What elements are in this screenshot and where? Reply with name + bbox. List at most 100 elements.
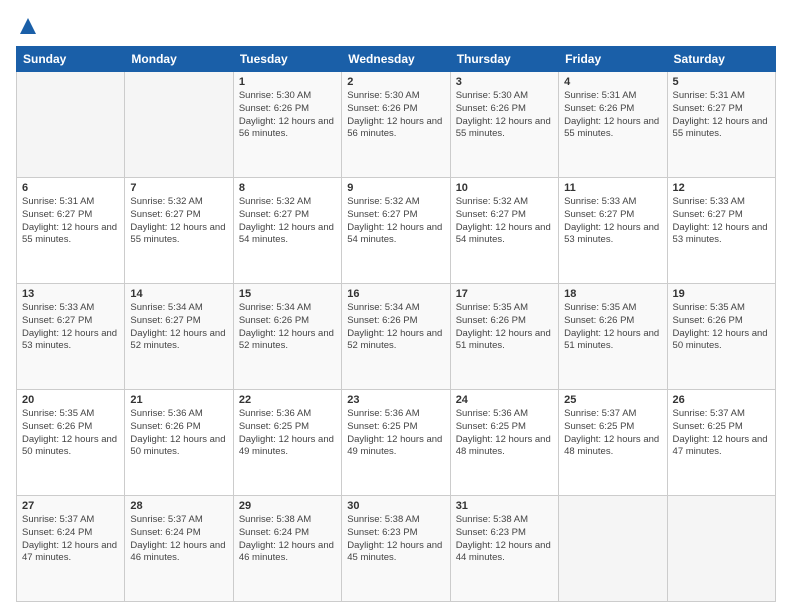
day-number: 6 (22, 182, 119, 194)
calendar-day-cell: 6 Sunrise: 5:31 AM Sunset: 6:27 PM Daylig… (17, 178, 125, 284)
day-info: Sunrise: 5:35 AM Sunset: 6:26 PM Dayligh… (564, 302, 661, 353)
day-number: 13 (22, 288, 119, 300)
day-number: 17 (456, 288, 553, 300)
calendar-day-cell: 12 Sunrise: 5:33 AM Sunset: 6:27 PM Dayli… (667, 178, 775, 284)
day-info: Sunrise: 5:32 AM Sunset: 6:27 PM Dayligh… (456, 196, 553, 247)
day-info: Sunrise: 5:30 AM Sunset: 6:26 PM Dayligh… (456, 90, 553, 141)
day-info: Sunrise: 5:34 AM Sunset: 6:26 PM Dayligh… (239, 302, 336, 353)
day-number: 16 (347, 288, 444, 300)
day-info: Sunrise: 5:31 AM Sunset: 6:27 PM Dayligh… (22, 196, 119, 247)
calendar-day-cell: 18 Sunrise: 5:35 AM Sunset: 6:26 PM Dayli… (559, 284, 667, 390)
day-number: 28 (130, 500, 227, 512)
calendar-week-row: 27 Sunrise: 5:37 AM Sunset: 6:24 PM Dayli… (17, 496, 776, 602)
day-number: 25 (564, 394, 661, 406)
calendar-day-cell: 10 Sunrise: 5:32 AM Sunset: 6:27 PM Dayli… (450, 178, 558, 284)
calendar-day-cell: 17 Sunrise: 5:35 AM Sunset: 6:26 PM Dayli… (450, 284, 558, 390)
calendar-week-row: 6 Sunrise: 5:31 AM Sunset: 6:27 PM Daylig… (17, 178, 776, 284)
day-number: 31 (456, 500, 553, 512)
calendar-day-cell: 23Sunrise: 5:36 AM Sunset: 6:25 PM Dayli… (342, 390, 450, 496)
day-info: Sunrise: 5:37 AM Sunset: 6:24 PM Dayligh… (22, 514, 119, 565)
calendar-day-cell: 5 Sunrise: 5:31 AM Sunset: 6:27 PM Daylig… (667, 72, 775, 178)
day-number: 29 (239, 500, 336, 512)
day-number: 24 (456, 394, 553, 406)
calendar-day-cell: 25 Sunrise: 5:37 AM Sunset: 6:25 PM Dayli… (559, 390, 667, 496)
day-header-friday: Friday (559, 47, 667, 72)
calendar-day-cell: 13 Sunrise: 5:33 AM Sunset: 6:27 PM Dayli… (17, 284, 125, 390)
day-number: 19 (673, 288, 770, 300)
day-info: Sunrise: 5:37 AM Sunset: 6:25 PM Dayligh… (564, 408, 661, 459)
calendar-day-cell: 30 Sunrise: 5:38 AM Sunset: 6:23 PM Dayli… (342, 496, 450, 602)
day-number: 10 (456, 182, 553, 194)
calendar-day-cell: 8Sunrise: 5:32 AM Sunset: 6:27 PM Daylig… (233, 178, 341, 284)
day-number: 7 (130, 182, 227, 194)
day-number: 3 (456, 76, 553, 88)
day-number: 15 (239, 288, 336, 300)
calendar-week-row: 20 Sunrise: 5:35 AM Sunset: 6:26 PM Dayli… (17, 390, 776, 496)
day-info: Sunrise: 5:36 AM Sunset: 6:25 PM Dayligh… (456, 408, 553, 459)
calendar-day-cell: 1 Sunrise: 5:30 AM Sunset: 6:26 PM Daylig… (233, 72, 341, 178)
day-number: 2 (347, 76, 444, 88)
logo (16, 16, 38, 36)
calendar-day-cell: 22Sunrise: 5:36 AM Sunset: 6:25 PM Dayli… (233, 390, 341, 496)
day-number: 27 (22, 500, 119, 512)
calendar-day-cell: 15 Sunrise: 5:34 AM Sunset: 6:26 PM Dayli… (233, 284, 341, 390)
day-number: 12 (673, 182, 770, 194)
day-number: 26 (673, 394, 770, 406)
day-info: Sunrise: 5:34 AM Sunset: 6:26 PM Dayligh… (347, 302, 444, 353)
calendar-day-cell: 31 Sunrise: 5:38 AM Sunset: 6:23 PM Dayli… (450, 496, 558, 602)
calendar-header-row: SundayMondayTuesdayWednesdayThursdayFrid… (17, 47, 776, 72)
calendar-day-cell: 14 Sunrise: 5:34 AM Sunset: 6:27 PM Dayli… (125, 284, 233, 390)
day-number: 11 (564, 182, 661, 194)
calendar-week-row: 1 Sunrise: 5:30 AM Sunset: 6:26 PM Daylig… (17, 72, 776, 178)
day-number: 20 (22, 394, 119, 406)
day-info: Sunrise: 5:37 AM Sunset: 6:24 PM Dayligh… (130, 514, 227, 565)
day-info: Sunrise: 5:33 AM Sunset: 6:27 PM Dayligh… (22, 302, 119, 353)
day-info: Sunrise: 5:35 AM Sunset: 6:26 PM Dayligh… (22, 408, 119, 459)
day-info: Sunrise: 5:32 AM Sunset: 6:27 PM Dayligh… (130, 196, 227, 247)
day-info: Sunrise: 5:33 AM Sunset: 6:27 PM Dayligh… (673, 196, 770, 247)
day-number: 4 (564, 76, 661, 88)
day-number: 23 (347, 394, 444, 406)
day-info: Sunrise: 5:32 AM Sunset: 6:27 PM Dayligh… (239, 196, 336, 247)
calendar-day-cell: 20 Sunrise: 5:35 AM Sunset: 6:26 PM Dayli… (17, 390, 125, 496)
day-info: Sunrise: 5:35 AM Sunset: 6:26 PM Dayligh… (456, 302, 553, 353)
day-number: 9 (347, 182, 444, 194)
calendar-day-cell (125, 72, 233, 178)
day-info: Sunrise: 5:30 AM Sunset: 6:26 PM Dayligh… (239, 90, 336, 141)
day-info: Sunrise: 5:30 AM Sunset: 6:26 PM Dayligh… (347, 90, 444, 141)
calendar-day-cell (667, 496, 775, 602)
day-header-wednesday: Wednesday (342, 47, 450, 72)
day-header-saturday: Saturday (667, 47, 775, 72)
calendar-day-cell: 26 Sunrise: 5:37 AM Sunset: 6:25 PM Dayli… (667, 390, 775, 496)
calendar-table: SundayMondayTuesdayWednesdayThursdayFrid… (16, 46, 776, 602)
logo-icon (18, 16, 38, 36)
day-info: Sunrise: 5:35 AM Sunset: 6:26 PM Dayligh… (673, 302, 770, 353)
calendar-day-cell: 24 Sunrise: 5:36 AM Sunset: 6:25 PM Dayli… (450, 390, 558, 496)
day-header-tuesday: Tuesday (233, 47, 341, 72)
calendar-day-cell: 16 Sunrise: 5:34 AM Sunset: 6:26 PM Dayli… (342, 284, 450, 390)
day-number: 1 (239, 76, 336, 88)
calendar-day-cell (17, 72, 125, 178)
calendar-day-cell: 27 Sunrise: 5:37 AM Sunset: 6:24 PM Dayli… (17, 496, 125, 602)
calendar-week-row: 13 Sunrise: 5:33 AM Sunset: 6:27 PM Dayli… (17, 284, 776, 390)
day-info: Sunrise: 5:34 AM Sunset: 6:27 PM Dayligh… (130, 302, 227, 353)
day-info: Sunrise: 5:38 AM Sunset: 6:24 PM Dayligh… (239, 514, 336, 565)
day-number: 30 (347, 500, 444, 512)
day-info: Sunrise: 5:31 AM Sunset: 6:27 PM Dayligh… (673, 90, 770, 141)
calendar-day-cell: 4Sunrise: 5:31 AM Sunset: 6:26 PM Daylig… (559, 72, 667, 178)
calendar-day-cell: 3 Sunrise: 5:30 AM Sunset: 6:26 PM Daylig… (450, 72, 558, 178)
day-info: Sunrise: 5:37 AM Sunset: 6:25 PM Dayligh… (673, 408, 770, 459)
day-number: 18 (564, 288, 661, 300)
day-header-thursday: Thursday (450, 47, 558, 72)
calendar-day-cell: 9Sunrise: 5:32 AM Sunset: 6:27 PM Daylig… (342, 178, 450, 284)
calendar-day-cell: 21Sunrise: 5:36 AM Sunset: 6:26 PM Dayli… (125, 390, 233, 496)
day-number: 22 (239, 394, 336, 406)
day-number: 5 (673, 76, 770, 88)
day-info: Sunrise: 5:38 AM Sunset: 6:23 PM Dayligh… (347, 514, 444, 565)
calendar-day-cell: 19 Sunrise: 5:35 AM Sunset: 6:26 PM Dayli… (667, 284, 775, 390)
day-info: Sunrise: 5:38 AM Sunset: 6:23 PM Dayligh… (456, 514, 553, 565)
day-number: 14 (130, 288, 227, 300)
day-number: 21 (130, 394, 227, 406)
day-info: Sunrise: 5:33 AM Sunset: 6:27 PM Dayligh… (564, 196, 661, 247)
calendar-day-cell: 28 Sunrise: 5:37 AM Sunset: 6:24 PM Dayli… (125, 496, 233, 602)
